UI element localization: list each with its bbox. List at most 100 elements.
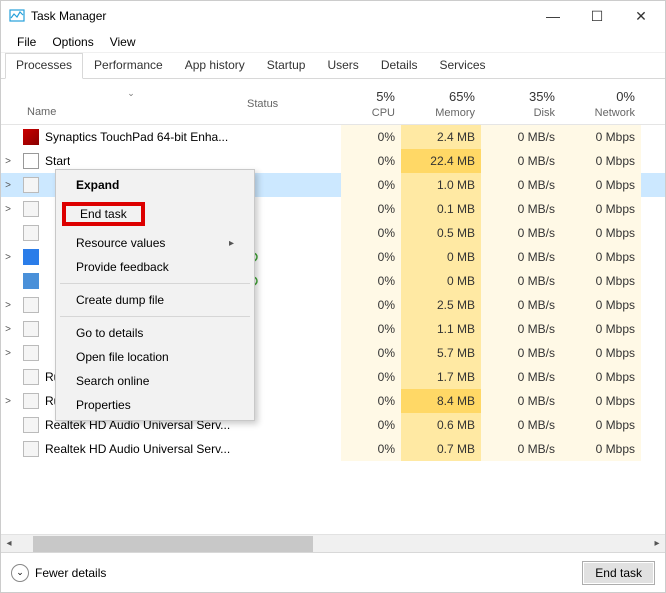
status-cell xyxy=(241,125,341,149)
cpu-cell: 0% xyxy=(341,317,401,341)
expand-icon[interactable]: > xyxy=(1,396,15,407)
memory-cell: 1.7 MB xyxy=(401,365,481,389)
scroll-left-icon[interactable]: ◂ xyxy=(1,535,17,551)
column-headers: ⌄ Name Status 5% CPU 65% Memory 35% Disk… xyxy=(1,85,665,125)
process-list: ExpandEnd taskResource valuesProvide fee… xyxy=(1,125,665,534)
process-name-cell: Realtek HD Audio Universal Serv... xyxy=(21,441,241,457)
expand-icon[interactable]: > xyxy=(1,300,15,311)
disk-cell: 0 MB/s xyxy=(481,269,561,293)
memory-cell: 0 MB xyxy=(401,245,481,269)
cpu-cell: 0% xyxy=(341,293,401,317)
tab-app-history[interactable]: App history xyxy=(174,53,256,79)
end-task-button[interactable]: End task xyxy=(582,561,655,585)
menu-item-go-to-details[interactable]: Go to details xyxy=(58,321,252,345)
process-name: Realtek HD Audio Universal Serv... xyxy=(45,442,230,456)
network-cell: 0 Mbps xyxy=(561,293,641,317)
cpu-cell: 0% xyxy=(341,413,401,437)
process-icon xyxy=(23,345,39,361)
status-cell xyxy=(241,173,341,197)
status-cell xyxy=(241,269,341,293)
process-name-cell: Synaptics TouchPad 64-bit Enha... xyxy=(21,129,241,145)
network-cell: 0 Mbps xyxy=(561,125,641,149)
menu-item-end-task[interactable]: End task xyxy=(58,197,252,231)
disk-cell: 0 MB/s xyxy=(481,389,561,413)
expand-icon[interactable]: > xyxy=(1,204,15,215)
tabs: Processes Performance App history Startu… xyxy=(1,53,665,79)
network-cell: 0 Mbps xyxy=(561,173,641,197)
process-icon xyxy=(23,441,39,457)
disk-cell: 0 MB/s xyxy=(481,149,561,173)
tab-services[interactable]: Services xyxy=(429,53,497,79)
tab-processes[interactable]: Processes xyxy=(5,53,83,79)
expand-icon[interactable]: > xyxy=(1,324,15,335)
fewer-details-button[interactable]: ⌄ Fewer details xyxy=(11,564,106,582)
memory-cell: 5.7 MB xyxy=(401,341,481,365)
cpu-cell: 0% xyxy=(341,269,401,293)
scroll-right-icon[interactable]: ▸ xyxy=(649,535,665,551)
status-cell xyxy=(241,413,341,437)
disk-cell: 0 MB/s xyxy=(481,173,561,197)
memory-cell: 1.1 MB xyxy=(401,317,481,341)
memory-cell: 0.5 MB xyxy=(401,221,481,245)
status-cell xyxy=(241,149,341,173)
memory-cell: 2.5 MB xyxy=(401,293,481,317)
menu-item-properties[interactable]: Properties xyxy=(58,393,252,417)
column-network[interactable]: 0% Network xyxy=(561,85,641,124)
disk-cell: 0 MB/s xyxy=(481,125,561,149)
menu-item-open-file-location[interactable]: Open file location xyxy=(58,345,252,369)
menu-options[interactable]: Options xyxy=(44,33,101,51)
process-icon xyxy=(23,153,39,169)
menu-item-resource-values[interactable]: Resource values xyxy=(58,231,252,255)
memory-cell: 0 MB xyxy=(401,269,481,293)
column-status[interactable]: Status xyxy=(241,93,341,115)
tab-startup[interactable]: Startup xyxy=(256,53,317,79)
menu-item-create-dump-file[interactable]: Create dump file xyxy=(58,288,252,312)
process-icon xyxy=(23,129,39,145)
minimize-button[interactable]: — xyxy=(531,2,575,30)
menu-item-search-online[interactable]: Search online xyxy=(58,369,252,393)
table-row[interactable]: Synaptics TouchPad 64-bit Enha...0%2.4 M… xyxy=(1,125,665,149)
network-cell: 0 Mbps xyxy=(561,317,641,341)
disk-cell: 0 MB/s xyxy=(481,317,561,341)
tab-users[interactable]: Users xyxy=(316,53,369,79)
status-cell xyxy=(241,245,341,269)
expand-icon[interactable]: > xyxy=(1,180,15,191)
column-disk[interactable]: 35% Disk xyxy=(481,85,561,124)
table-row[interactable]: Realtek HD Audio Universal Serv...0%0.7 … xyxy=(1,437,665,461)
task-manager-icon xyxy=(9,8,25,24)
cpu-cell: 0% xyxy=(341,149,401,173)
menu-item-expand[interactable]: Expand xyxy=(58,173,252,197)
menu-separator xyxy=(60,283,250,284)
context-menu: ExpandEnd taskResource valuesProvide fee… xyxy=(55,169,255,421)
tab-details[interactable]: Details xyxy=(370,53,429,79)
tab-performance[interactable]: Performance xyxy=(83,53,174,79)
process-icon xyxy=(23,417,39,433)
status-cell xyxy=(241,365,341,389)
network-cell: 0 Mbps xyxy=(561,365,641,389)
footer: ⌄ Fewer details End task xyxy=(1,552,665,592)
disk-cell: 0 MB/s xyxy=(481,221,561,245)
menubar: File Options View xyxy=(1,31,665,53)
network-cell: 0 Mbps xyxy=(561,197,641,221)
close-button[interactable]: ✕ xyxy=(619,2,663,30)
expand-icon[interactable]: > xyxy=(1,348,15,359)
memory-cell: 0.6 MB xyxy=(401,413,481,437)
scrollbar-thumb[interactable] xyxy=(33,536,313,552)
maximize-button[interactable]: ☐ xyxy=(575,2,619,30)
window-controls: — ☐ ✕ xyxy=(531,2,663,30)
column-name[interactable]: Name xyxy=(21,101,241,123)
expand-icon[interactable]: > xyxy=(1,252,15,263)
disk-cell: 0 MB/s xyxy=(481,341,561,365)
process-icon xyxy=(23,249,39,265)
disk-cell: 0 MB/s xyxy=(481,437,561,461)
expand-icon[interactable]: > xyxy=(1,156,15,167)
horizontal-scrollbar[interactable]: ◂ ▸ xyxy=(1,534,665,552)
menu-file[interactable]: File xyxy=(9,33,44,51)
cpu-cell: 0% xyxy=(341,365,401,389)
column-cpu[interactable]: 5% CPU xyxy=(341,85,401,124)
cpu-cell: 0% xyxy=(341,173,401,197)
menu-item-provide-feedback[interactable]: Provide feedback xyxy=(58,255,252,279)
column-memory[interactable]: 65% Memory xyxy=(401,85,481,124)
menu-view[interactable]: View xyxy=(102,33,144,51)
sort-icon[interactable]: ⌄ xyxy=(21,85,241,101)
